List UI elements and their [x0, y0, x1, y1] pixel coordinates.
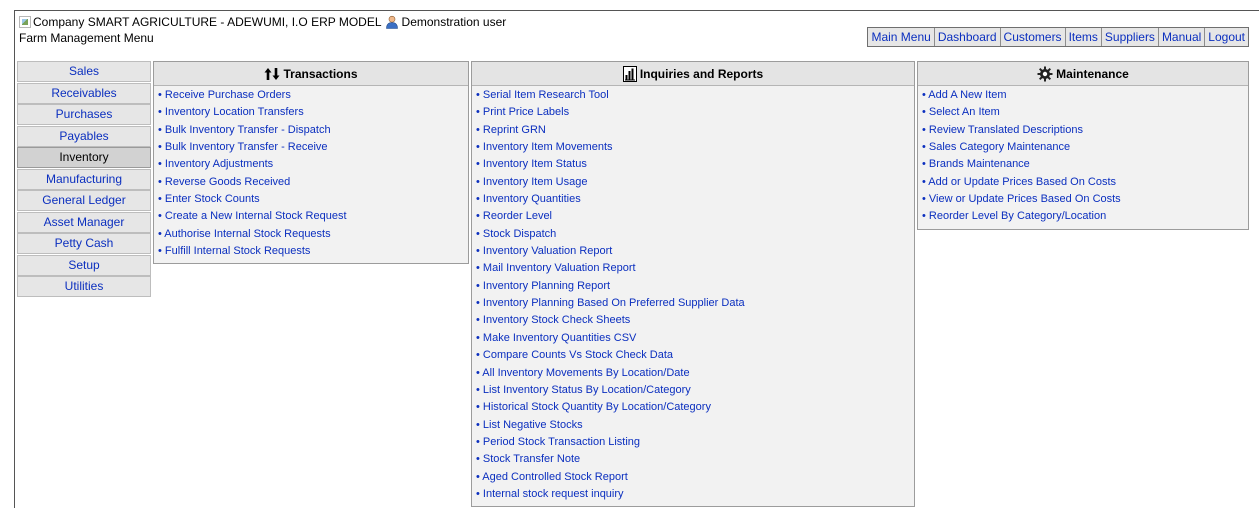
- transactions-link-enter-stock-counts[interactable]: • Enter Stock Counts: [158, 191, 464, 208]
- reports-link-historical-stock-quantity-by-location-category[interactable]: • Historical Stock Quantity By Location/…: [476, 399, 910, 416]
- up-down-arrows-icon: [264, 67, 280, 80]
- sidebar-item-purchases[interactable]: Purchases: [17, 104, 151, 125]
- reports-link-stock-transfer-note[interactable]: • Stock Transfer Note: [476, 451, 910, 468]
- sidebar-item-manufacturing[interactable]: Manufacturing: [17, 168, 151, 190]
- maintenance-header: Maintenance: [918, 62, 1248, 86]
- company-logo-image: [19, 16, 31, 28]
- reports-link-inventory-planning-based-on-preferred-supplier-data[interactable]: • Inventory Planning Based On Preferred …: [476, 295, 910, 312]
- company-name: SMART AGRICULTURE - ADEWUMI, I.O ERP MOD…: [87, 15, 382, 29]
- transactions-title: Transactions: [283, 66, 358, 81]
- reports-link-stock-dispatch[interactable]: • Stock Dispatch: [476, 226, 910, 243]
- reports-link-all-inventory-movements-by-location-date[interactable]: • All Inventory Movements By Location/Da…: [476, 365, 910, 382]
- sidebar: Sales Receivables Purchases Payables Invento…: [17, 61, 151, 298]
- reports-link-reorder-level[interactable]: • Reorder Level: [476, 208, 910, 225]
- sidebar-item-sales[interactable]: Sales: [17, 61, 151, 82]
- reports-link-inventory-item-status[interactable]: • Inventory Item Status: [476, 156, 910, 173]
- reports-link-period-stock-transaction-listing[interactable]: • Period Stock Transaction Listing: [476, 434, 910, 451]
- reports-link-print-price-labels[interactable]: • Print Price Labels: [476, 104, 910, 121]
- maintenance-link-add-a-new-item[interactable]: • Add A New Item: [922, 87, 1244, 104]
- maintenance-list: • Add A New Item • Select An Item • Review…: [918, 86, 1248, 229]
- sidebar-item-general-ledger[interactable]: General Ledger: [17, 190, 151, 211]
- reports-link-inventory-planning-report[interactable]: • Inventory Planning Report: [476, 278, 910, 295]
- transactions-link-bulk-inventory-transfer-dispatch[interactable]: • Bulk Inventory Transfer - Dispatch: [158, 122, 464, 139]
- reports-link-inventory-item-usage[interactable]: • Inventory Item Usage: [476, 174, 910, 191]
- maintenance-link-select-an-item[interactable]: • Select An Item: [922, 104, 1244, 121]
- reports-link-inventory-item-movements[interactable]: • Inventory Item Movements: [476, 139, 910, 156]
- sidebar-item-petty-cash[interactable]: Petty Cash: [17, 233, 151, 254]
- transactions-link-inventory-location-transfers[interactable]: • Inventory Location Transfers: [158, 104, 464, 121]
- transactions-link-fulfill-internal-stock-requests[interactable]: • Fulfill Internal Stock Requests: [158, 243, 464, 260]
- reports-link-aged-controlled-stock-report[interactable]: • Aged Controlled Stock Report: [476, 469, 910, 486]
- reports-list: • Serial Item Research Tool • Print Price…: [472, 86, 914, 507]
- user-icon: [385, 15, 398, 29]
- maintenance-link-add-or-update-prices-based-on-costs[interactable]: • Add or Update Prices Based On Costs: [922, 174, 1244, 191]
- maintenance-link-view-or-update-prices-based-on-costs[interactable]: • View or Update Prices Based On Costs: [922, 191, 1244, 208]
- transactions-panel: Transactions • Receive Purchase Orders • …: [153, 61, 469, 265]
- quicklinks-bar: Main Menu Dashboard Customers Items Supplier…: [867, 27, 1249, 47]
- transactions-link-receive-purchase-orders[interactable]: • Receive Purchase Orders: [158, 87, 464, 104]
- sidebar-item-inventory[interactable]: Inventory: [17, 147, 151, 168]
- maintenance-panel: Maintenance • Add A New Item • Select An …: [917, 61, 1249, 230]
- maintenance-link-reorder-level-by-category-location[interactable]: • Reorder Level By Category/Location: [922, 208, 1244, 225]
- reports-header: Inquiries and Reports: [472, 62, 914, 86]
- transactions-link-bulk-inventory-transfer-receive[interactable]: • Bulk Inventory Transfer - Receive: [158, 139, 464, 156]
- maintenance-link-review-translated-descriptions[interactable]: • Review Translated Descriptions: [922, 122, 1244, 139]
- reports-link-serial-item-research-tool[interactable]: • Serial Item Research Tool: [476, 87, 910, 104]
- transactions-link-create-a-new-internal-stock-request[interactable]: • Create a New Internal Stock Request: [158, 208, 464, 225]
- maintenance-link-sales-category-maintenance[interactable]: • Sales Category Maintenance: [922, 139, 1244, 156]
- reports-link-inventory-stock-check-sheets[interactable]: • Inventory Stock Check Sheets: [476, 312, 910, 329]
- reports-title: Inquiries and Reports: [639, 66, 764, 81]
- quicklink-main-menu[interactable]: Main Menu: [868, 28, 934, 46]
- transactions-header: Transactions: [154, 62, 468, 86]
- reports-link-internal-stock-request-inquiry[interactable]: • Internal stock request inquiry: [476, 486, 910, 503]
- sidebar-item-receivables[interactable]: Receivables: [17, 82, 151, 104]
- quicklink-customers[interactable]: Customers: [999, 28, 1065, 46]
- quicklink-logout[interactable]: Logout: [1204, 28, 1248, 46]
- reports-panel: Inquiries and Reports • Serial Item Rese…: [471, 61, 915, 508]
- quicklink-dashboard[interactable]: Dashboard: [933, 28, 1000, 46]
- maintenance-link-brands-maintenance[interactable]: • Brands Maintenance: [922, 156, 1244, 173]
- sidebar-item-asset-manager[interactable]: Asset Manager: [17, 211, 151, 233]
- transactions-list: • Receive Purchase Orders • Inventory Loc…: [154, 86, 468, 264]
- app-frame: Company SMART AGRICULTURE - ADEWUMI, I.O…: [14, 10, 1259, 508]
- transactions-link-authorise-internal-stock-requests[interactable]: • Authorise Internal Stock Requests: [158, 226, 464, 243]
- reports-link-inventory-quantities[interactable]: • Inventory Quantities: [476, 191, 910, 208]
- reports-link-mail-inventory-valuation-report[interactable]: • Mail Inventory Valuation Report: [476, 260, 910, 277]
- quicklink-suppliers[interactable]: Suppliers: [1100, 28, 1158, 46]
- sidebar-item-payables[interactable]: Payables: [17, 125, 151, 147]
- transactions-link-reverse-goods-received[interactable]: • Reverse Goods Received: [158, 174, 464, 191]
- header-company: Company SMART AGRICULTURE - ADEWUMI, I.O…: [19, 15, 506, 29]
- transactions-link-inventory-adjustments[interactable]: • Inventory Adjustments: [158, 156, 464, 173]
- reports-link-make-inventory-quantities-csv[interactable]: • Make Inventory Quantities CSV: [476, 330, 910, 347]
- reports-link-compare-counts-vs-stock-check-data[interactable]: • Compare Counts Vs Stock Check Data: [476, 347, 910, 364]
- company-logo-alt: Company: [33, 15, 85, 29]
- reports-link-inventory-valuation-report[interactable]: • Inventory Valuation Report: [476, 243, 910, 260]
- reports-link-reprint-grn[interactable]: • Reprint GRN: [476, 122, 910, 139]
- sidebar-item-utilities[interactable]: Utilities: [17, 276, 151, 297]
- quicklink-items[interactable]: Items: [1064, 28, 1101, 46]
- gear-icon: [1037, 66, 1053, 81]
- maintenance-title: Maintenance: [1056, 66, 1129, 81]
- page-subtitle: Farm Management Menu: [19, 31, 154, 45]
- reports-link-list-negative-stocks[interactable]: • List Negative Stocks: [476, 417, 910, 434]
- quicklink-manual[interactable]: Manual: [1157, 28, 1205, 46]
- sidebar-item-setup[interactable]: Setup: [17, 254, 151, 276]
- report-icon: [622, 65, 637, 82]
- user-name[interactable]: Demonstration user: [402, 15, 507, 29]
- reports-link-list-inventory-status-by-location-category[interactable]: • List Inventory Status By Location/Cate…: [476, 382, 910, 399]
